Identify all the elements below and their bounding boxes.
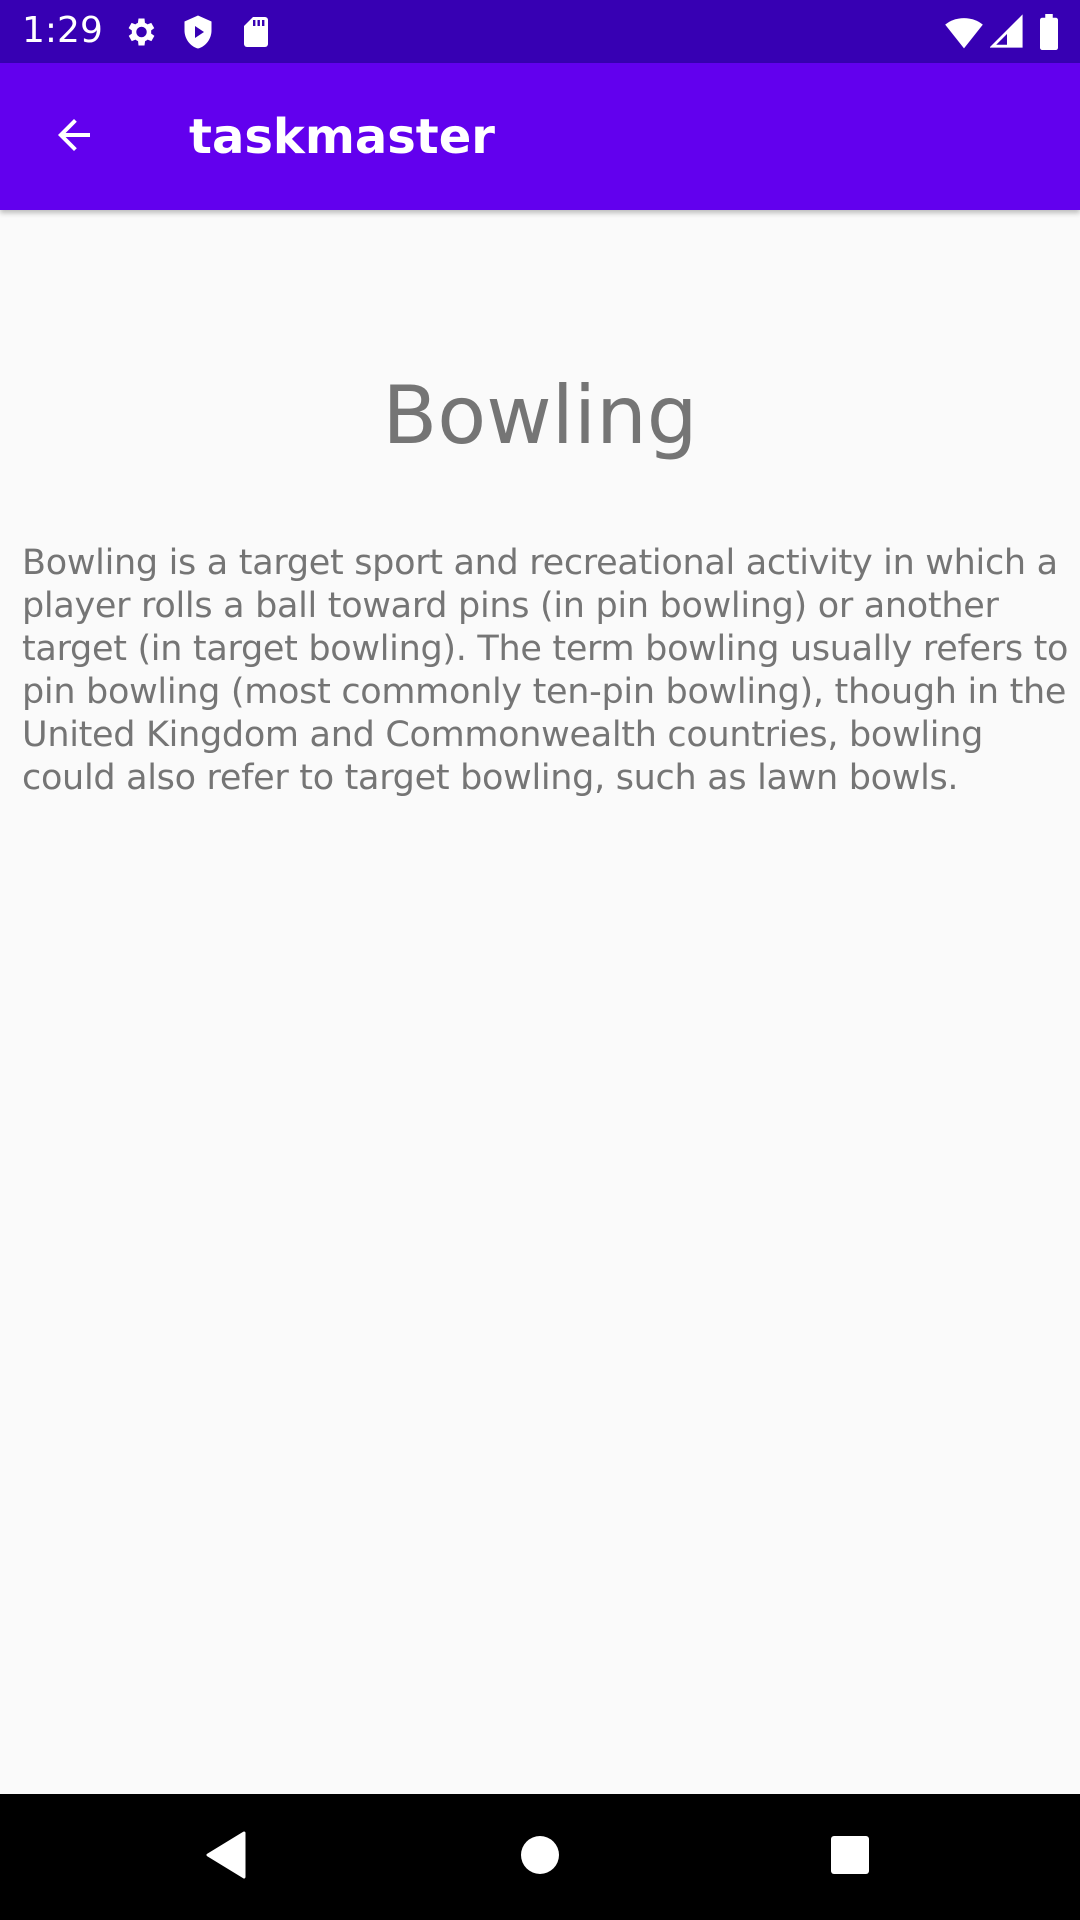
- home-circle-icon: [520, 1835, 560, 1879]
- back-triangle-icon: [204, 1831, 248, 1883]
- sd-card-icon: [238, 14, 274, 50]
- settings-icon: [122, 14, 158, 50]
- shield-play-icon: [180, 14, 216, 50]
- signal-icon: [989, 14, 1026, 50]
- status-time: 1:29: [22, 10, 103, 51]
- back-button[interactable]: [30, 97, 118, 177]
- screen: 1:29 taskmaster Bowling Bowling is a tar…: [0, 0, 1080, 1920]
- wifi-icon: [944, 14, 984, 50]
- arrow-back-icon: [50, 111, 98, 163]
- navigation-bar: [0, 1794, 1080, 1920]
- app-title: taskmaster: [189, 109, 495, 165]
- recents-square-icon: [830, 1835, 870, 1879]
- nav-home-button[interactable]: [490, 1822, 590, 1892]
- status-bar: 1:29: [0, 0, 1080, 63]
- app-bar: taskmaster: [0, 63, 1080, 210]
- nav-recents-button[interactable]: [800, 1822, 900, 1892]
- nav-back-button[interactable]: [176, 1822, 276, 1892]
- task-title: Bowling: [382, 369, 698, 462]
- battery-icon: [1038, 14, 1060, 50]
- task-description: Bowling is a target sport and recreation…: [22, 543, 1069, 798]
